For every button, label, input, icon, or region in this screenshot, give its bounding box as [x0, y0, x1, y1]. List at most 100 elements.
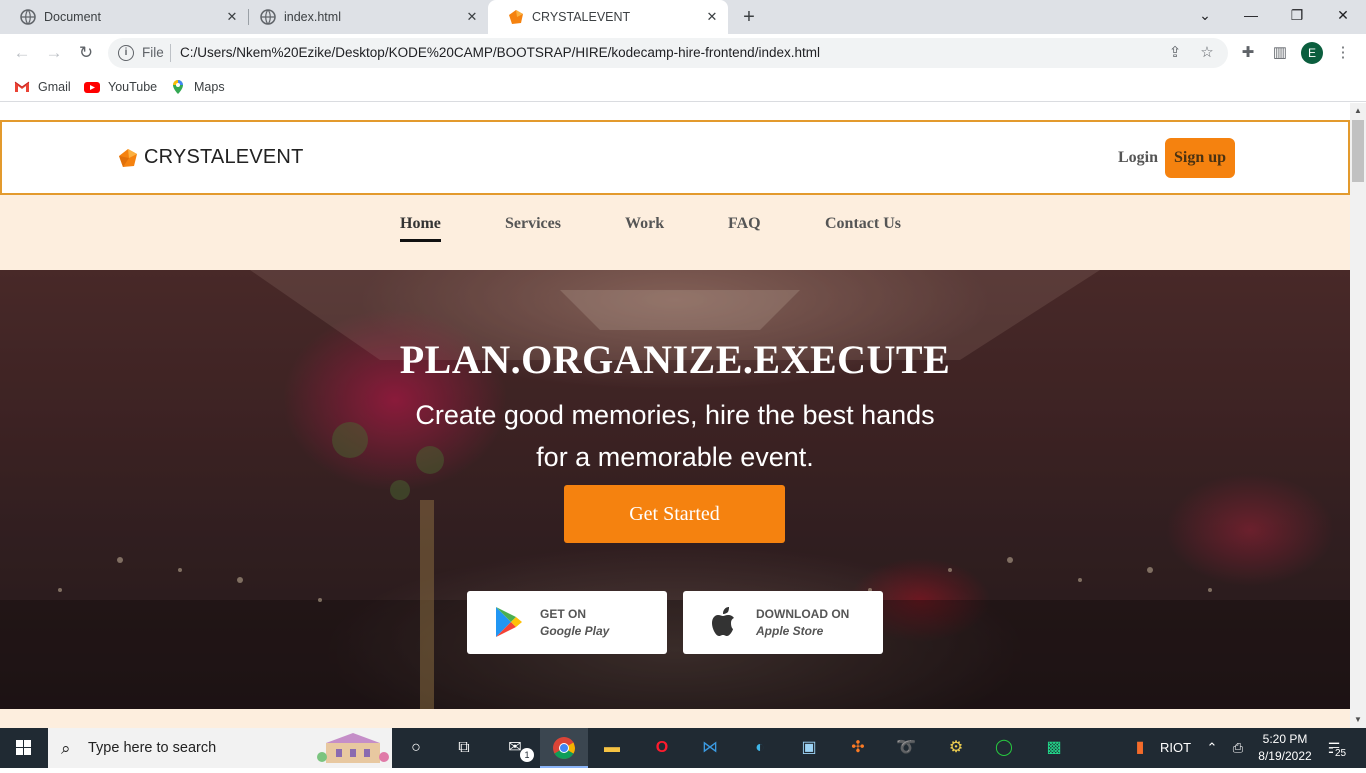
store-line2: Apple Store — [756, 624, 824, 638]
pycharm-icon[interactable]: ▩ — [1042, 736, 1066, 760]
tab-title: Document — [44, 10, 101, 24]
search-placeholder: Type here to search — [88, 740, 217, 756]
close-window-button[interactable]: ✕ — [1320, 0, 1366, 30]
scroll-up-arrow-icon[interactable]: ▲ — [1350, 103, 1366, 119]
app-ring-icon[interactable]: ◯ — [992, 736, 1016, 760]
nav-faq[interactable]: FAQ — [728, 215, 761, 233]
chrome-icon — [553, 737, 575, 759]
hero-section: PLAN.ORGANIZE.EXECUTE Create good memori… — [0, 270, 1350, 709]
tab-index-html[interactable]: index.html ✕ — [240, 0, 488, 34]
tab-title: CRYSTALEVENT — [532, 10, 631, 24]
vscode-icon[interactable]: ⋈ — [698, 736, 722, 760]
next-section-peek — [0, 709, 1350, 728]
crystal-logo-icon — [119, 148, 137, 167]
url-text[interactable]: C:/Users/Nkem%20Ezike/Desktop/KODE%20CAM… — [180, 45, 820, 60]
start-button[interactable] — [0, 728, 48, 768]
python-icon[interactable]: ⚙ — [944, 736, 968, 760]
close-icon[interactable]: ✕ — [464, 9, 480, 25]
crystalevent-favicon-icon — [509, 10, 523, 24]
search-highlight-illustration-icon — [317, 733, 389, 763]
nav-home[interactable]: Home — [400, 215, 441, 242]
get-started-button[interactable]: Get Started — [564, 485, 785, 543]
restore-button[interactable]: ❐ — [1274, 0, 1320, 30]
address-bar[interactable]: i File C:/Users/Nkem%20Ezike/Desktop/KOD… — [108, 38, 1228, 68]
apple-logo-icon — [712, 607, 734, 636]
reload-icon[interactable]: ↻ — [74, 41, 98, 65]
bookmark-maps[interactable]: Maps — [170, 77, 225, 97]
windows-logo-icon — [16, 740, 31, 755]
gmail-icon — [14, 81, 30, 92]
search-icon: ⌕ — [61, 739, 71, 758]
google-play-button[interactable]: GET ON Google Play — [467, 591, 667, 654]
google-play-icon — [496, 607, 522, 637]
omnibox-divider — [170, 44, 171, 62]
nav-work[interactable]: Work — [625, 215, 664, 233]
tray-network-icon[interactable]: ⎙ — [1226, 736, 1250, 760]
xampp-icon[interactable]: ✣ — [846, 736, 870, 760]
taskbar-search[interactable]: ⌕ Type here to search — [48, 728, 392, 768]
bookmark-star-icon[interactable]: ☆ — [1198, 44, 1216, 62]
store-line1: GET ON — [540, 607, 587, 621]
hero-subtitle-line1: Create good memories, hire the best hand… — [415, 400, 935, 430]
chrome-taskbar-button[interactable] — [540, 728, 588, 768]
scroll-down-arrow-icon[interactable]: ▼ — [1350, 712, 1366, 728]
taskbar-clock[interactable]: 5:20 PM 8/19/2022 — [1254, 731, 1316, 765]
bookmark-gmail[interactable]: Gmail — [14, 77, 71, 97]
close-icon[interactable]: ✕ — [224, 9, 240, 25]
store-line2: Google Play — [540, 624, 610, 638]
scheme-label: File — [142, 45, 164, 60]
profile-avatar[interactable]: E — [1301, 42, 1323, 64]
apple-store-button[interactable]: DOWNLOAD ON Apple Store — [683, 591, 883, 654]
new-tab-button[interactable]: + — [738, 6, 760, 28]
store-line1: DOWNLOAD ON — [756, 607, 850, 621]
main-nav: Home Services Work FAQ Contact Us — [0, 195, 1350, 271]
bookmark-label: Maps — [194, 80, 225, 94]
menu-kebab-icon[interactable]: ⋮ — [1333, 43, 1353, 63]
brand-name: CRYSTALEVENT — [144, 146, 304, 168]
tray-chevron-up-icon[interactable]: ⌃ — [1200, 736, 1224, 760]
windows-taskbar: ⌕ Type here to search ○ ⧉ ✉ 1 ▬ O ⋈ ◐ ▣ … — [0, 728, 1366, 768]
clock-time: 5:20 PM — [1262, 732, 1308, 746]
bookmark-label: Gmail — [38, 80, 71, 94]
page-scrollbar[interactable]: ▲ ▼ — [1350, 103, 1366, 728]
login-link[interactable]: Login — [1118, 149, 1158, 167]
clock-date: 8/19/2022 — [1258, 749, 1312, 763]
info-icon[interactable]: i — [118, 45, 134, 61]
nav-contact-us[interactable]: Contact Us — [825, 215, 901, 233]
page-viewport: CRYSTALEVENT Login Sign up Home Services… — [0, 103, 1350, 728]
edge-icon[interactable]: ◐ — [748, 736, 772, 760]
tab-crystalevent[interactable]: CRYSTALEVENT ✕ — [488, 0, 728, 34]
hero-title: PLAN.ORGANIZE.EXECUTE — [399, 337, 951, 382]
browser-toolbar: ← → ↻ i File C:/Users/Nkem%20Ezike/Deskt… — [0, 34, 1366, 72]
share-icon[interactable]: ⇪ — [1166, 44, 1184, 62]
bookmark-youtube[interactable]: YouTube — [84, 77, 157, 97]
brand-logo[interactable]: CRYSTALEVENT — [118, 146, 303, 169]
task-view-icon[interactable]: ⧉ — [452, 736, 476, 760]
signup-button[interactable]: Sign up — [1165, 138, 1235, 178]
mail-badge: 1 — [520, 748, 534, 762]
tab-document[interactable]: Document ✕ — [0, 0, 248, 34]
side-panel-icon[interactable]: ▥ — [1270, 43, 1290, 63]
notification-count: 25 — [1333, 748, 1349, 759]
riot-app-icon[interactable]: ▮ — [1128, 736, 1152, 760]
globe-icon — [260, 9, 276, 25]
globe-icon — [20, 9, 36, 25]
tab-strip: Document ✕ index.html ✕ CRYSTALEVENT ✕ +… — [0, 0, 1366, 34]
opera-icon[interactable]: O — [650, 736, 674, 760]
close-icon[interactable]: ✕ — [704, 9, 720, 25]
file-explorer-icon[interactable]: ▬ — [600, 736, 624, 760]
nav-services[interactable]: Services — [505, 215, 561, 233]
hero-subtitle: Create good memories, hire the best hand… — [395, 394, 955, 478]
app-window-icon[interactable]: ▣ — [797, 736, 821, 760]
forward-arrow-icon[interactable]: → — [42, 41, 66, 65]
cortana-icon[interactable]: ○ — [404, 736, 428, 760]
back-arrow-icon[interactable]: ← — [10, 41, 34, 65]
app-swirl-icon[interactable]: ➰ — [894, 736, 918, 760]
scroll-thumb[interactable] — [1352, 120, 1364, 182]
tab-search-icon[interactable]: ⌄ — [1182, 0, 1228, 30]
extensions-puzzle-icon[interactable]: ✚ — [1238, 43, 1258, 63]
bookmark-label: YouTube — [108, 80, 158, 94]
bookmarks-bar: Gmail YouTube Maps — [0, 72, 1366, 102]
minimize-button[interactable]: — — [1228, 0, 1274, 30]
maps-pin-icon — [173, 80, 183, 94]
